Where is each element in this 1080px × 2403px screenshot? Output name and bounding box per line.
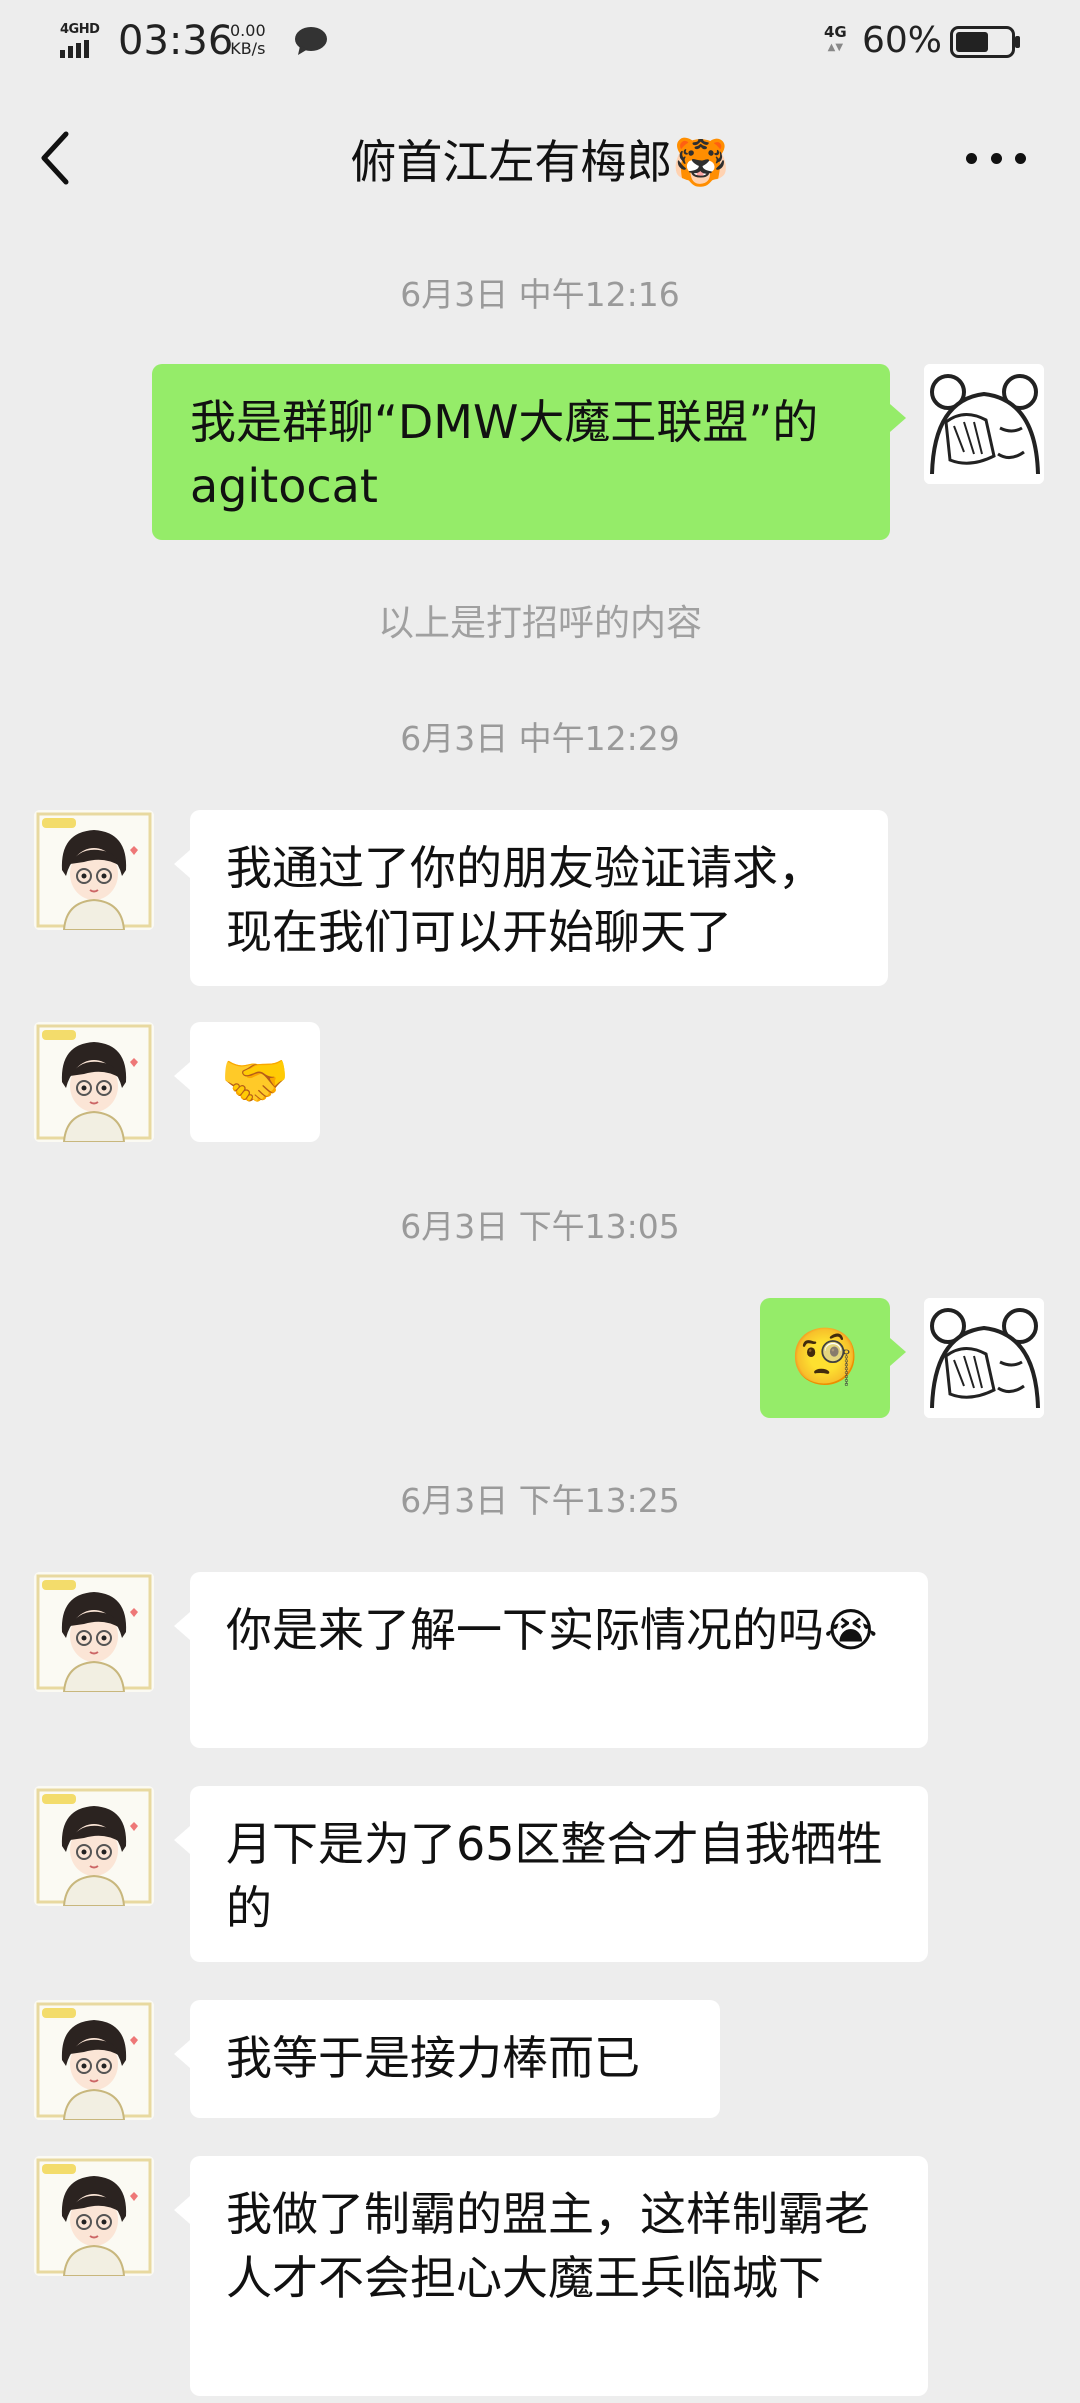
boy-avatar-icon <box>34 1572 154 1692</box>
boy-avatar-icon <box>34 1786 154 1906</box>
outgoing-message-bubble[interactable]: 我是群聊“DMW大魔王联盟”的agitocat <box>152 364 906 540</box>
contact-avatar[interactable] <box>34 2156 154 2276</box>
boy-avatar-icon <box>34 810 154 930</box>
incoming-emoji-bubble[interactable]: 🤝 <box>174 1022 320 1142</box>
timestamp: 6月3日 中午12:29 <box>400 719 680 758</box>
network-speed: 0.00 KB/s <box>230 22 266 58</box>
incoming-message-bubble[interactable]: 我通过了你的朋友验证请求，现在我们可以开始聊天了 <box>174 810 888 986</box>
status-time: 03:36 <box>118 18 234 64</box>
contact-avatar[interactable] <box>34 1022 154 1142</box>
battery-icon <box>950 26 1020 58</box>
incoming-message-bubble[interactable]: 我做了制霸的盟主，这样制霸老人才不会担心大魔王兵临城下 <box>174 2156 928 2396</box>
outgoing-emoji-bubble[interactable]: 🧐 <box>760 1298 906 1418</box>
network-label: 4GHD <box>60 22 100 37</box>
timestamp: 6月3日 下午13:25 <box>400 1481 680 1520</box>
contact-avatar[interactable] <box>34 1786 154 1906</box>
timestamp: 6月3日 下午13:05 <box>400 1207 680 1246</box>
signal-icon: 4GHD <box>60 22 106 58</box>
incoming-message-bubble[interactable]: 月下是为了65区整合才自我牺牲的 <box>174 1786 928 1962</box>
bear-avatar-icon <box>924 364 1044 484</box>
my-avatar[interactable] <box>924 1298 1044 1418</box>
boy-avatar-icon <box>34 2000 154 2120</box>
bear-avatar-icon <box>924 1298 1044 1418</box>
battery-percent: 60% <box>862 20 943 61</box>
incoming-message-bubble[interactable]: 我等于是接力棒而已 <box>174 2000 720 2118</box>
timestamp: 6月3日 中午12:16 <box>400 275 680 314</box>
contact-avatar[interactable] <box>34 810 154 930</box>
status-bar: 4GHD 03:36 0.00 KB/s 4G ▲▼ 60% <box>0 0 1080 84</box>
speed-value: 0.00 <box>230 21 266 40</box>
contact-avatar[interactable] <box>34 2000 154 2120</box>
my-avatar[interactable] <box>924 364 1044 484</box>
boy-avatar-icon <box>34 1022 154 1142</box>
boy-avatar-icon <box>34 2156 154 2276</box>
mobile-data-icon: 4G ▲▼ <box>824 23 847 53</box>
more-options-icon[interactable] <box>966 148 1026 168</box>
chat-title: 俯首江左有梅郎🐯 <box>350 135 730 189</box>
contact-avatar[interactable] <box>34 1572 154 1692</box>
incoming-message-bubble[interactable]: 你是来了解一下实际情况的吗😭 <box>174 1572 928 1748</box>
chat-header: 俯首江左有梅郎🐯 <box>0 84 1080 232</box>
chat-notification-icon <box>295 27 327 55</box>
speed-unit: KB/s <box>230 39 266 58</box>
system-notice: 以上是打招呼的内容 <box>377 603 702 644</box>
